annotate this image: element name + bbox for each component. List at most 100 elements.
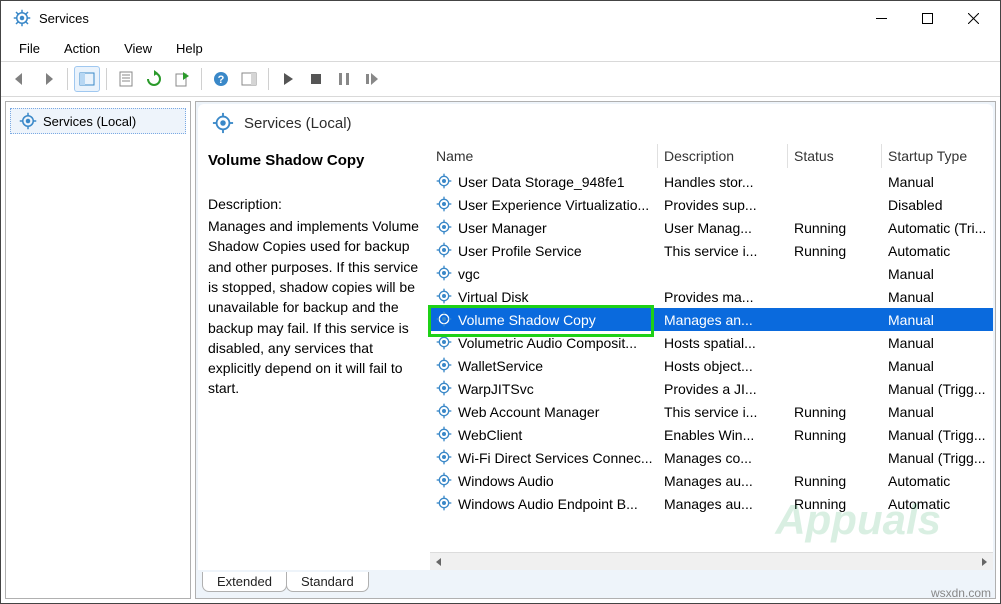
horizontal-scrollbar[interactable] — [430, 552, 993, 570]
service-startup: Manual — [882, 266, 993, 282]
table-row[interactable]: vgcManualLo — [430, 262, 993, 285]
table-row[interactable]: WebClientEnables Win...RunningManual (Tr… — [430, 423, 993, 446]
service-description: Handles stor... — [658, 174, 788, 190]
service-startup: Manual — [882, 358, 993, 374]
service-description: Provides ma... — [658, 289, 788, 305]
table-row[interactable]: Virtual DiskProvides ma...ManualLo — [430, 285, 993, 308]
gear-icon — [436, 173, 454, 191]
help-button[interactable]: ? — [208, 66, 234, 92]
table-row[interactable]: User Profile ServiceThis service i...Run… — [430, 239, 993, 262]
service-startup: Manual (Trigg... — [882, 450, 993, 466]
restart-service-button[interactable] — [359, 66, 385, 92]
service-name: Wi-Fi Direct Services Connec... — [458, 450, 652, 466]
gear-icon — [436, 357, 454, 375]
service-startup: Manual — [882, 312, 993, 328]
service-startup: Disabled — [882, 197, 993, 213]
table-row[interactable]: User Experience Virtualizatio... Provides… — [430, 193, 993, 216]
service-description: Provides a JI... — [658, 381, 788, 397]
maximize-button[interactable] — [904, 3, 950, 33]
tree-pane: Services (Local) — [5, 101, 191, 599]
service-name: User Experience Virtualizatio... — [458, 197, 649, 213]
service-name: User Data Storage_948fe1 — [458, 174, 625, 190]
service-description: Hosts spatial... — [658, 335, 788, 351]
list-header: Name Description Status Startup Type Lo — [430, 142, 993, 170]
service-list: Name Description Status Startup Type Lo … — [430, 142, 993, 570]
panel-body: Volume Shadow Copy Description: Manages … — [198, 142, 993, 570]
table-row[interactable]: Wi-Fi Direct Services Connec...Manages c… — [430, 446, 993, 469]
table-row[interactable]: WarpJITSvcProvides a JI...Manual (Trigg.… — [430, 377, 993, 400]
table-row[interactable]: Windows Audio Endpoint B... Manages au...… — [430, 492, 993, 515]
minimize-button[interactable] — [858, 3, 904, 33]
service-description: Manages au... — [658, 496, 788, 512]
service-startup: Manual (Trigg... — [882, 427, 993, 443]
tree-root-label: Services (Local) — [43, 114, 136, 129]
service-startup: Automatic — [882, 496, 993, 512]
table-row[interactable]: Volume Shadow CopyManages an...ManualLo — [430, 308, 993, 331]
svg-text:?: ? — [218, 74, 225, 86]
show-hide-tree-button[interactable] — [74, 66, 100, 92]
start-service-button[interactable] — [275, 66, 301, 92]
scroll-right-icon[interactable] — [975, 553, 993, 571]
menu-help[interactable]: Help — [166, 39, 213, 58]
forward-button[interactable] — [35, 66, 61, 92]
menu-action[interactable]: Action — [54, 39, 110, 58]
table-row[interactable]: User ManagerUser Manag...RunningAutomati… — [430, 216, 993, 239]
pause-service-button[interactable] — [331, 66, 357, 92]
selected-service-name: Volume Shadow Copy — [208, 150, 420, 172]
service-name: User Profile Service — [458, 243, 582, 259]
close-button[interactable] — [950, 3, 996, 33]
menu-view[interactable]: View — [114, 39, 162, 58]
service-status: Running — [788, 473, 882, 489]
body: Services (Local) Services (Local) Volume… — [1, 97, 1000, 603]
service-description: This service i... — [658, 243, 788, 259]
gear-icon — [436, 403, 454, 421]
view-tabs: Extended Standard — [196, 572, 995, 598]
table-row[interactable]: Windows AudioManages au...RunningAutomat… — [430, 469, 993, 492]
gear-icon — [436, 242, 454, 260]
service-name: WebClient — [458, 427, 522, 443]
table-row[interactable]: Web Account ManagerThis service i...Runn… — [430, 400, 993, 423]
table-row[interactable]: User Data Storage_948fe1 Handles stor... M… — [430, 170, 993, 193]
service-name: WarpJITSvc — [458, 381, 534, 397]
description-text: Manages and implements Volume Shadow Cop… — [208, 216, 420, 399]
col-startup[interactable]: Startup Type — [882, 144, 1001, 168]
tab-standard[interactable]: Standard — [286, 572, 369, 592]
table-row[interactable]: WalletServiceHosts object...ManualLo — [430, 354, 993, 377]
services-icon — [13, 9, 31, 27]
gear-icon — [436, 219, 454, 237]
service-startup: Manual — [882, 404, 993, 420]
service-description: Provides sup... — [658, 197, 788, 213]
service-status: Running — [788, 427, 882, 443]
titlebar: Services — [1, 1, 1000, 35]
gear-icon — [436, 196, 454, 214]
scroll-left-icon[interactable] — [430, 553, 448, 571]
show-hide-action-button[interactable] — [236, 66, 262, 92]
service-startup: Automatic — [882, 243, 993, 259]
service-name: Virtual Disk — [458, 289, 529, 305]
service-description: User Manag... — [658, 220, 788, 236]
menu-file[interactable]: File — [9, 39, 50, 58]
gear-icon — [436, 472, 454, 490]
gear-icon — [436, 334, 454, 352]
col-description[interactable]: Description — [658, 144, 788, 168]
service-name: Windows Audio Endpoint B... — [458, 496, 638, 512]
back-button[interactable] — [7, 66, 33, 92]
gear-icon — [19, 112, 37, 130]
refresh-button[interactable] — [141, 66, 167, 92]
panel-header-label: Services (Local) — [244, 115, 352, 132]
tree-root-services-local[interactable]: Services (Local) — [10, 108, 186, 134]
service-status: Running — [788, 220, 882, 236]
stop-service-button[interactable] — [303, 66, 329, 92]
service-startup: Manual — [882, 174, 993, 190]
col-status[interactable]: Status — [788, 144, 882, 168]
menubar: File Action View Help — [1, 35, 1000, 61]
table-row[interactable]: Volumetric Audio Composit...Hosts spatia… — [430, 331, 993, 354]
export-button[interactable] — [169, 66, 195, 92]
col-name[interactable]: Name — [430, 144, 658, 168]
properties-button[interactable] — [113, 66, 139, 92]
service-startup: Manual — [882, 335, 993, 351]
toolbar-separator — [268, 68, 269, 90]
tab-extended[interactable]: Extended — [202, 572, 287, 592]
service-startup: Manual — [882, 289, 993, 305]
service-description: This service i... — [658, 404, 788, 420]
